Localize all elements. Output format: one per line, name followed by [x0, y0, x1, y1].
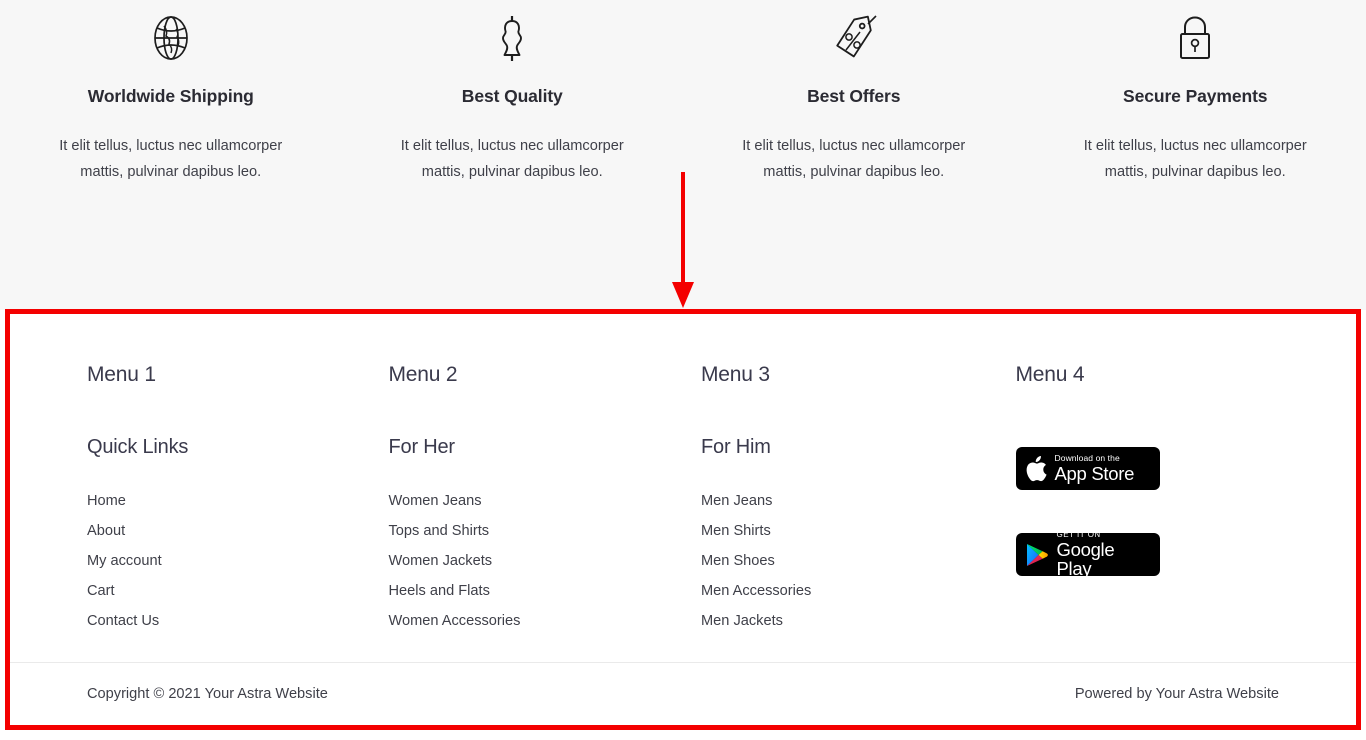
list-item: Men Jeans: [701, 488, 959, 515]
menu-label-2: Menu 2: [388, 363, 458, 386]
feature-title: Best Quality: [461, 86, 563, 106]
list-item: Men Accessories: [701, 578, 959, 605]
footer-link-home[interactable]: Home: [87, 488, 126, 515]
feature-title: Worldwide Shipping: [87, 86, 254, 106]
list-item: Men Shirts: [701, 518, 959, 545]
footer-bottom-bar: Copyright © 2021 Your Astra Website Powe…: [10, 662, 1356, 725]
padlock-icon: [1169, 8, 1221, 68]
features-strip: Worldwide Shipping It elit tellus, luctu…: [0, 0, 1366, 310]
feature-card-best-quality: Best Quality It elit tellus, luctus nec …: [342, 8, 684, 185]
menu-label-3: Menu 3: [701, 363, 770, 386]
globe-icon: [145, 8, 197, 68]
app-store-badge-small-text: Download on the: [1054, 453, 1120, 464]
google-play-badge[interactable]: GET IT ON Google Play: [1015, 533, 1160, 576]
footer-link-cart[interactable]: Cart: [87, 578, 115, 605]
google-play-badge-big-text: Google Play: [1056, 538, 1115, 576]
footer-link-women-jeans[interactable]: Women Jeans: [389, 488, 482, 515]
list-item: Heels and Flats: [389, 578, 658, 605]
footer-link-men-accessories[interactable]: Men Accessories: [701, 578, 811, 605]
list-item: About: [87, 518, 356, 545]
list-item: Women Accessories: [389, 608, 658, 635]
footer-link-men-jeans[interactable]: Men Jeans: [701, 488, 772, 515]
menu-label-1: Menu 1: [87, 363, 156, 386]
footer-link-list-1: Home About My account Cart Contact Us: [87, 488, 356, 635]
google-play-logo-icon: [1025, 542, 1049, 568]
footer-link-heels-and-flats[interactable]: Heels and Flats: [389, 578, 490, 605]
feature-description: It elit tellus, luctus nec ullamcorper m…: [59, 138, 283, 180]
google-play-badge-small-text: GET IT ON: [1056, 533, 1101, 539]
powered-by-text: Powered by Your Astra Website: [1074, 685, 1279, 702]
list-item: Men Jackets: [701, 608, 959, 635]
footer-link-women-jackets[interactable]: Women Jackets: [389, 548, 493, 575]
list-item: Home: [87, 488, 356, 515]
footer-link-contact-us[interactable]: Contact Us: [87, 608, 159, 635]
footer-column-menu-1: Menu 1 Quick Links Home About My account…: [80, 364, 382, 662]
widget-title-for-her: For Her: [388, 436, 456, 458]
feature-description: It elit tellus, luctus nec ullamcorper m…: [400, 138, 624, 180]
apple-logo-icon: [1025, 455, 1047, 482]
feature-description: It elit tellus, luctus nec ullamcorper m…: [1083, 138, 1307, 180]
menu-label-4: Menu 4: [1015, 363, 1085, 386]
app-store-badge-big-text: App Store: [1054, 462, 1135, 484]
footer-link-women-accessories[interactable]: Women Accessories: [389, 608, 521, 635]
list-item: Contact Us: [87, 608, 356, 635]
footer-link-my-account[interactable]: My account: [87, 548, 162, 575]
footer-link-list-2: Women Jeans Tops and Shirts Women Jacket…: [389, 488, 658, 635]
widget-title-quick-links: Quick Links: [87, 436, 189, 458]
feature-title: Secure Payments: [1123, 86, 1268, 106]
list-item: Men Shoes: [701, 548, 959, 575]
list-item: Women Jeans: [389, 488, 658, 515]
list-item: Tops and Shirts: [389, 518, 658, 545]
footer-widget-area: Menu 1 Quick Links Home About My account…: [10, 314, 1356, 662]
copyright-text: Copyright © 2021 Your Astra Website: [87, 685, 328, 702]
footer-link-about[interactable]: About: [87, 518, 125, 545]
footer-column-menu-3: Menu 3 For Him Men Jeans Men Shirts Men …: [683, 364, 985, 662]
footer-link-men-shirts[interactable]: Men Shirts: [701, 518, 771, 545]
feature-card-best-offers: Best Offers It elit tellus, luctus nec u…: [683, 8, 1025, 185]
app-badge-stack: Download on the App Store GET IT ON Goog…: [1015, 437, 1261, 576]
feature-card-worldwide-shipping: Worldwide Shipping It elit tellus, luctu…: [0, 8, 342, 185]
footer-link-list-3: Men Jeans Men Shirts Men Shoes Men Acces…: [701, 488, 959, 635]
widget-title-for-him: For Him: [701, 436, 771, 458]
discount-tag-icon: [828, 8, 880, 68]
list-item: Cart: [87, 578, 356, 605]
footer-link-men-jackets[interactable]: Men Jackets: [701, 608, 783, 635]
footer-column-menu-4: Menu 4 Download on the App Store GET IT …: [985, 364, 1287, 662]
footer-column-menu-2: Menu 2 For Her Women Jeans Tops and Shir…: [382, 364, 684, 662]
mannequin-icon: [486, 8, 538, 68]
list-item: Women Jackets: [389, 548, 658, 575]
feature-description: It elit tellus, luctus nec ullamcorper m…: [742, 138, 966, 180]
list-item: My account: [87, 548, 356, 575]
feature-card-secure-payments: Secure Payments It elit tellus, luctus n…: [1025, 8, 1366, 185]
app-store-badge[interactable]: Download on the App Store: [1015, 447, 1160, 490]
feature-title: Best Offers: [807, 86, 901, 106]
footer-link-men-shoes[interactable]: Men Shoes: [701, 548, 775, 575]
footer-highlight-box: Menu 1 Quick Links Home About My account…: [5, 309, 1361, 730]
footer-link-tops-and-shirts[interactable]: Tops and Shirts: [389, 518, 490, 545]
